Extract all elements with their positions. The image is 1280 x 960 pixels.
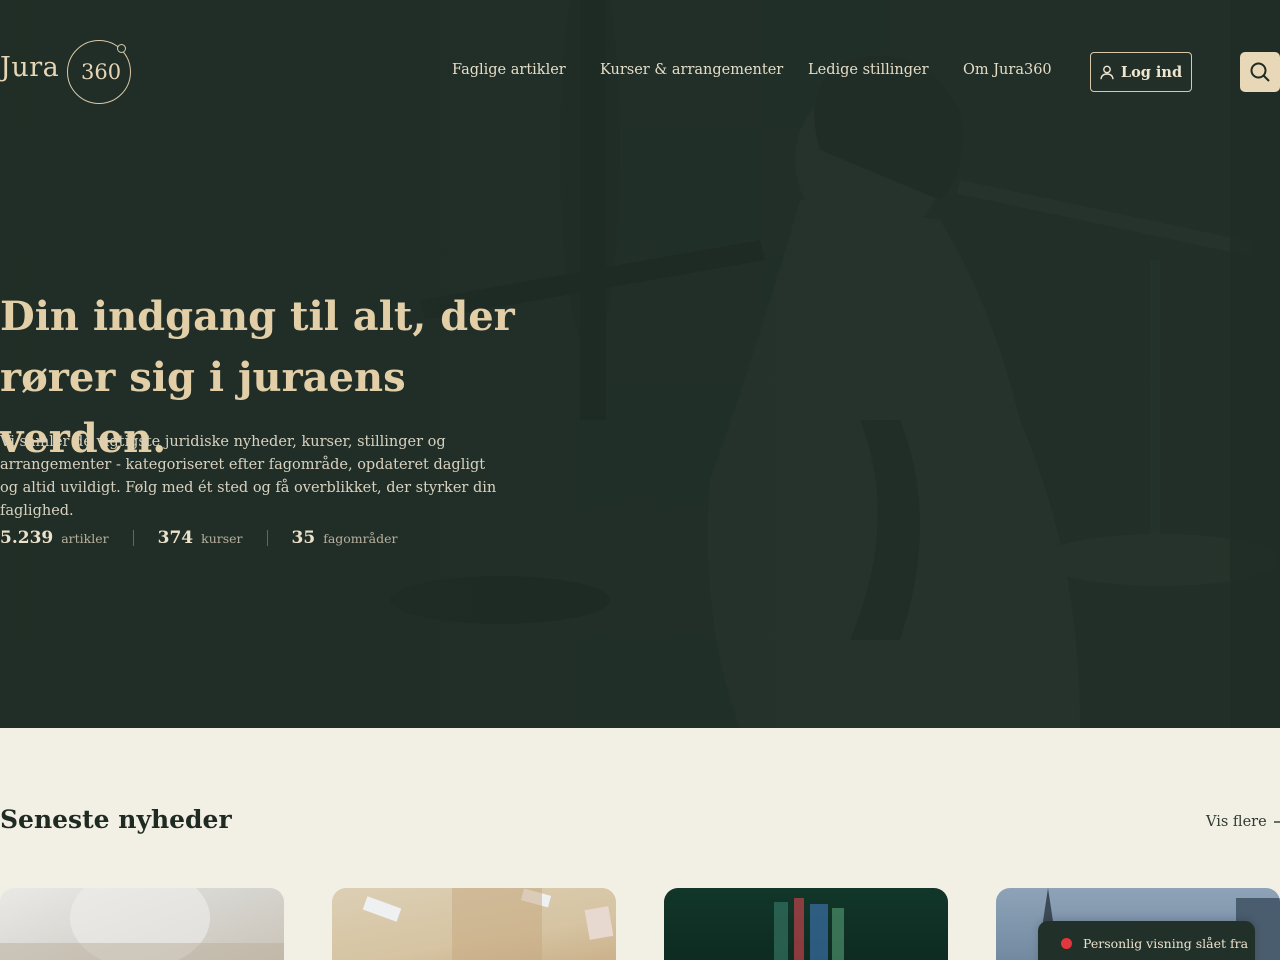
see-more-label: Vis flere	[1206, 814, 1267, 830]
news-card-photo	[362, 888, 614, 960]
hero-stats: 5.239 artikler 374 kurser 35 fagområder	[0, 525, 397, 551]
stat-value: 5.239	[0, 528, 54, 548]
login-button[interactable]: Log ind	[1090, 52, 1192, 92]
stat-divider	[132, 530, 134, 546]
nav-item-faglige-artikler[interactable]: Faglige artikler	[452, 62, 566, 78]
search-icon	[1250, 62, 1270, 82]
nav-item-kurser-arrangementer[interactable]: Kurser & arrangementer	[600, 62, 783, 78]
logo-dot-icon	[117, 44, 126, 53]
hero-subtitle: Vi samler de vigtigste juridiske nyheder…	[0, 434, 497, 519]
stat-label: artikler	[61, 531, 109, 546]
hero-title-line-1: Din indgang til alt, der	[0, 293, 515, 340]
stat-divider	[266, 530, 268, 546]
user-icon	[1100, 65, 1114, 79]
stat-articles: 5.239 artikler	[0, 528, 109, 548]
stat-label: kurser	[201, 531, 243, 546]
news-section-title: Seneste nyheder	[0, 805, 232, 834]
news-card-image[interactable]	[332, 888, 616, 960]
see-more-link[interactable]: Vis flere	[1206, 814, 1280, 830]
hero-section: Jura 360 Faglige artikler Kurser & arran…	[0, 0, 1280, 728]
stat-label: fagområder	[323, 531, 398, 546]
search-button[interactable]	[1240, 52, 1280, 92]
news-card-photo	[774, 898, 844, 960]
news-card-photo	[0, 888, 284, 960]
news-card-image[interactable]	[664, 888, 948, 960]
nav-item-om-jura360[interactable]: Om Jura360	[963, 62, 1052, 78]
nav-item-ledige-stillinger[interactable]: Ledige stillinger	[808, 62, 929, 78]
toast-text: Personlig visning slået fra	[1083, 936, 1249, 951]
status-dot-icon	[1061, 938, 1072, 949]
main-nav: Faglige artikler Kurser & arrangementer …	[0, 62, 1280, 82]
stat-areas: 35 fagområder	[292, 528, 398, 548]
stat-value: 374	[157, 528, 194, 548]
news-card-image[interactable]	[0, 888, 284, 960]
stat-courses: 374 kurser	[158, 528, 243, 548]
stat-value: 35	[291, 528, 316, 548]
login-label: Log ind	[1120, 63, 1183, 81]
personal-view-toast[interactable]: Personlig visning slået fra	[1038, 921, 1255, 960]
arrow-right-icon	[1273, 821, 1280, 823]
